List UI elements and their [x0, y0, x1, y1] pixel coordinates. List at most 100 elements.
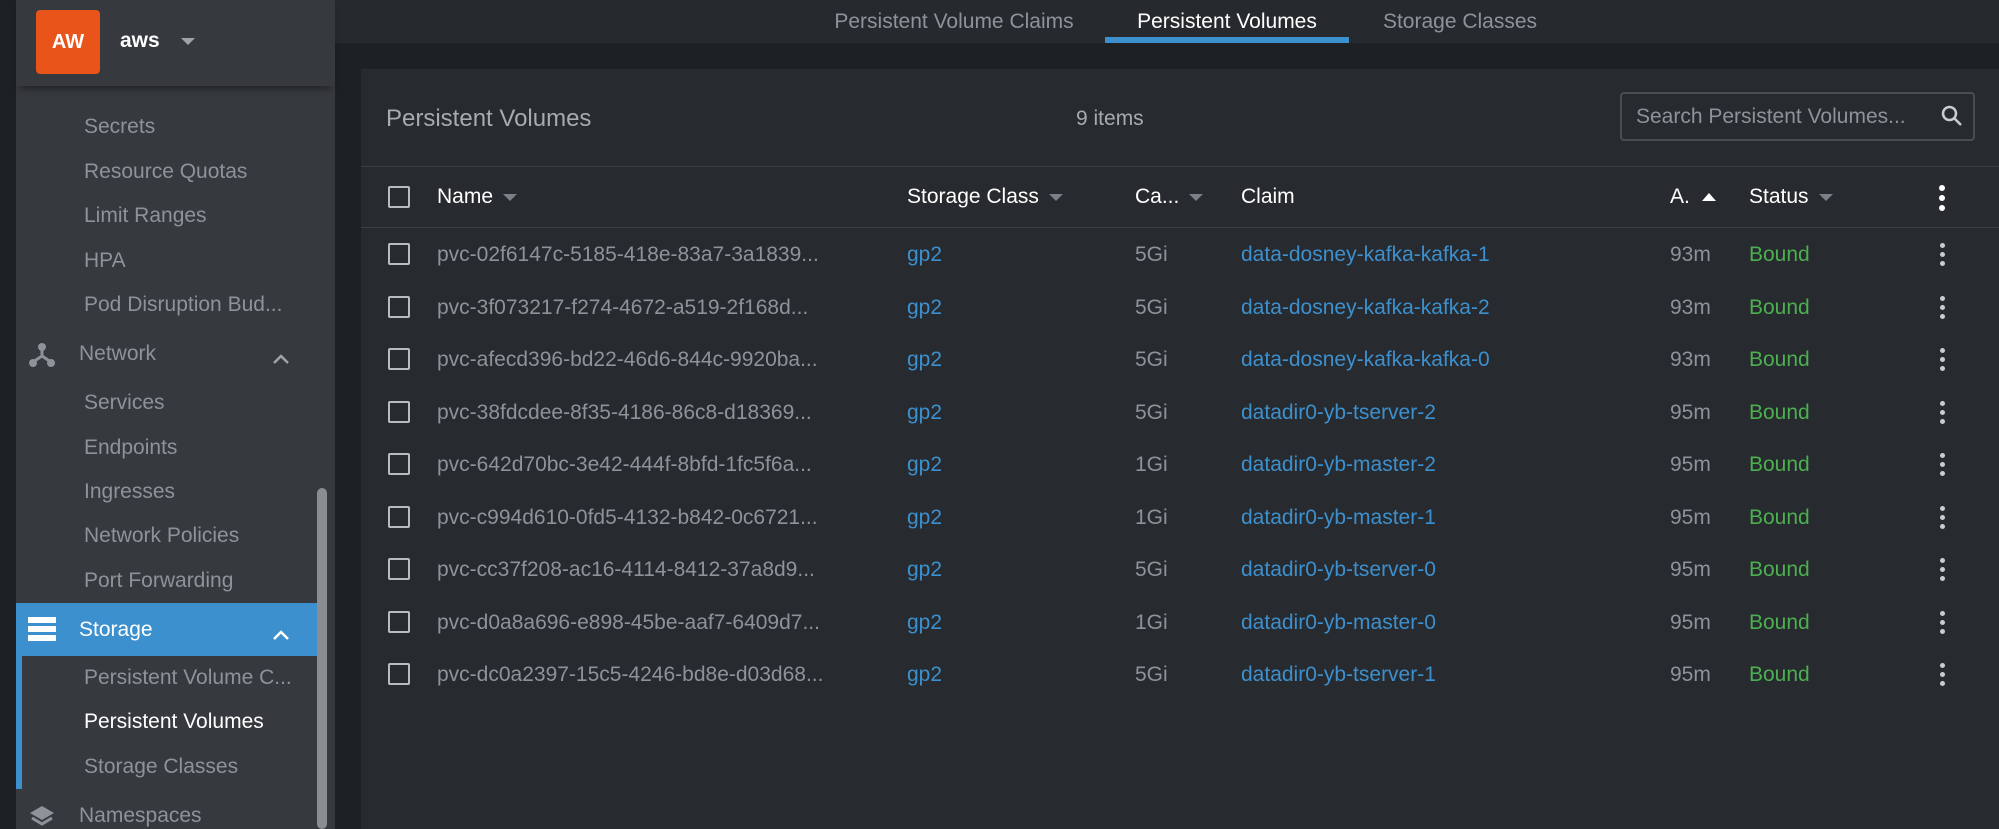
row-checkbox[interactable]: [388, 663, 410, 685]
claim-link[interactable]: datadir0-yb-master-0: [1241, 596, 1436, 649]
storage-class-link[interactable]: gp2: [907, 596, 942, 649]
row-menu-icon[interactable]: [1939, 663, 1945, 686]
row-menu-icon[interactable]: [1939, 243, 1945, 266]
column-header-capacity[interactable]: Ca...: [1135, 167, 1204, 227]
claim-link[interactable]: datadir0-yb-tserver-1: [1241, 648, 1436, 701]
sidebar-item-secrets[interactable]: Secrets: [16, 105, 319, 149]
row-menu-icon[interactable]: [1939, 558, 1945, 581]
sidebar: AW aws Secrets Resource Quotas Limit Ran…: [16, 0, 335, 829]
claim-link[interactable]: data-dosney-kafka-kafka-2: [1241, 281, 1490, 334]
sidebar-scrollbar[interactable]: [317, 488, 327, 829]
sidebar-item-services[interactable]: Services: [16, 381, 319, 425]
chevron-down-icon[interactable]: [181, 38, 195, 45]
cell-age: 95m: [1670, 400, 1711, 424]
row-checkbox[interactable]: [388, 296, 410, 318]
column-header-status[interactable]: Status: [1749, 167, 1833, 227]
sidebar-item-ingresses[interactable]: Ingresses: [16, 470, 319, 514]
row-checkbox[interactable]: [388, 506, 410, 528]
table-row[interactable]: pvc-3f073217-f274-4672-a519-2f168d... gp…: [361, 281, 1999, 334]
table-row[interactable]: pvc-d0a8a696-e898-45be-aaf7-6409d7... gp…: [361, 596, 1999, 649]
claim-link[interactable]: datadir0-yb-tserver-2: [1241, 386, 1436, 439]
sidebar-group-namespaces[interactable]: Namespaces: [16, 794, 319, 829]
cell-age: 95m: [1670, 662, 1711, 686]
cell-age: 95m: [1670, 610, 1711, 634]
cluster-avatar[interactable]: AW: [36, 10, 100, 74]
column-header-claim[interactable]: Claim: [1241, 167, 1295, 227]
active-tab-indicator: [1105, 37, 1349, 43]
row-checkbox[interactable]: [388, 401, 410, 423]
cell-age: 95m: [1670, 452, 1711, 476]
cell-name: pvc-cc37f208-ac16-4114-8412-37a8d9...: [437, 557, 815, 581]
search-box[interactable]: [1620, 92, 1975, 141]
sort-down-icon: [1818, 193, 1833, 201]
row-menu-icon[interactable]: [1939, 611, 1945, 634]
storage-icon: [28, 617, 56, 641]
row-checkbox[interactable]: [388, 453, 410, 475]
sidebar-group-network[interactable]: Network: [16, 332, 319, 376]
sidebar-item-storage-classes[interactable]: Storage Classes: [16, 745, 319, 789]
sidebar-item-limit-ranges[interactable]: Limit Ranges: [16, 194, 319, 238]
row-menu-icon[interactable]: [1939, 506, 1945, 529]
sidebar-item-hpa[interactable]: HPA: [16, 239, 319, 283]
table-row[interactable]: pvc-02f6147c-5185-418e-83a7-3a1839... gp…: [361, 228, 1999, 281]
select-all-checkbox[interactable]: [388, 186, 410, 208]
table-row[interactable]: pvc-642d70bc-3e42-444f-8bfd-1fc5f6a... g…: [361, 438, 1999, 491]
row-checkbox[interactable]: [388, 243, 410, 265]
table-row[interactable]: pvc-c994d610-0fd5-4132-b842-0c6721... gp…: [361, 491, 1999, 544]
column-header-storage-class[interactable]: Storage Class: [907, 167, 1063, 227]
cell-capacity: 5Gi: [1135, 347, 1168, 371]
row-menu-icon[interactable]: [1939, 348, 1945, 371]
row-checkbox[interactable]: [388, 558, 410, 580]
sidebar-item-persistent-volume-claims[interactable]: Persistent Volume C...: [16, 656, 319, 700]
sidebar-item-network-policies[interactable]: Network Policies: [16, 514, 319, 558]
tab-storage-classes[interactable]: Storage Classes: [1365, 0, 1555, 43]
sidebar-item-persistent-volumes[interactable]: Persistent Volumes: [16, 700, 319, 744]
cluster-header[interactable]: AW aws: [16, 0, 335, 86]
storage-class-link[interactable]: gp2: [907, 333, 942, 386]
table-row[interactable]: pvc-cc37f208-ac16-4114-8412-37a8d9... gp…: [361, 543, 1999, 596]
sidebar-item-pod-disruption-budgets[interactable]: Pod Disruption Bud...: [16, 283, 319, 327]
row-checkbox[interactable]: [388, 611, 410, 633]
cluster-name[interactable]: aws: [120, 29, 160, 53]
claim-link[interactable]: data-dosney-kafka-kafka-0: [1241, 333, 1490, 386]
column-label: A.: [1670, 185, 1690, 208]
cell-age: 93m: [1670, 295, 1711, 319]
table-row[interactable]: pvc-dc0a2397-15c5-4246-bd8e-d03d68... gp…: [361, 648, 1999, 701]
storage-class-link[interactable]: gp2: [907, 491, 942, 544]
table-header: Name Storage Class Ca... Claim A. Status: [361, 167, 1999, 227]
cell-name: pvc-dc0a2397-15c5-4246-bd8e-d03d68...: [437, 662, 824, 686]
storage-class-link[interactable]: gp2: [907, 438, 942, 491]
storage-class-link[interactable]: gp2: [907, 228, 942, 281]
row-menu-icon[interactable]: [1939, 453, 1945, 476]
chevron-up-icon[interactable]: [272, 623, 290, 647]
items-count: 9 items: [1076, 107, 1144, 130]
row-menu-icon[interactable]: [1939, 296, 1945, 319]
search-icon[interactable]: [1940, 104, 1964, 133]
persistent-volumes-panel: Persistent Volumes 9 items Name Storage …: [361, 69, 1999, 829]
sidebar-item-port-forwarding[interactable]: Port Forwarding: [16, 559, 319, 603]
row-menu-icon[interactable]: [1939, 401, 1945, 424]
status-badge: Bound: [1749, 505, 1810, 529]
claim-link[interactable]: datadir0-yb-tserver-0: [1241, 543, 1436, 596]
storage-class-link[interactable]: gp2: [907, 543, 942, 596]
search-input[interactable]: [1636, 94, 1936, 139]
tab-persistent-volume-claims[interactable]: Persistent Volume Claims: [804, 0, 1104, 43]
row-checkbox[interactable]: [388, 348, 410, 370]
chevron-up-icon[interactable]: [272, 347, 290, 371]
storage-class-link[interactable]: gp2: [907, 281, 942, 334]
sidebar-item-resource-quotas[interactable]: Resource Quotas: [16, 150, 319, 194]
table-row[interactable]: pvc-afecd396-bd22-46d6-844c-9920ba... gp…: [361, 333, 1999, 386]
sidebar-group-storage[interactable]: Storage: [16, 603, 319, 656]
cell-name: pvc-afecd396-bd22-46d6-844c-9920ba...: [437, 347, 818, 371]
claim-link[interactable]: datadir0-yb-master-1: [1241, 491, 1436, 544]
column-header-name[interactable]: Name: [437, 167, 518, 227]
sidebar-item-endpoints[interactable]: Endpoints: [16, 426, 319, 470]
storage-class-link[interactable]: gp2: [907, 386, 942, 439]
sort-down-icon: [1189, 193, 1204, 201]
table-row[interactable]: pvc-38fdcdee-8f35-4186-86c8-d18369... gp…: [361, 386, 1999, 439]
claim-link[interactable]: data-dosney-kafka-kafka-1: [1241, 228, 1490, 281]
column-menu-icon[interactable]: [1939, 185, 1945, 211]
storage-class-link[interactable]: gp2: [907, 648, 942, 701]
column-header-age[interactable]: A.: [1670, 167, 1716, 227]
claim-link[interactable]: datadir0-yb-master-2: [1241, 438, 1436, 491]
